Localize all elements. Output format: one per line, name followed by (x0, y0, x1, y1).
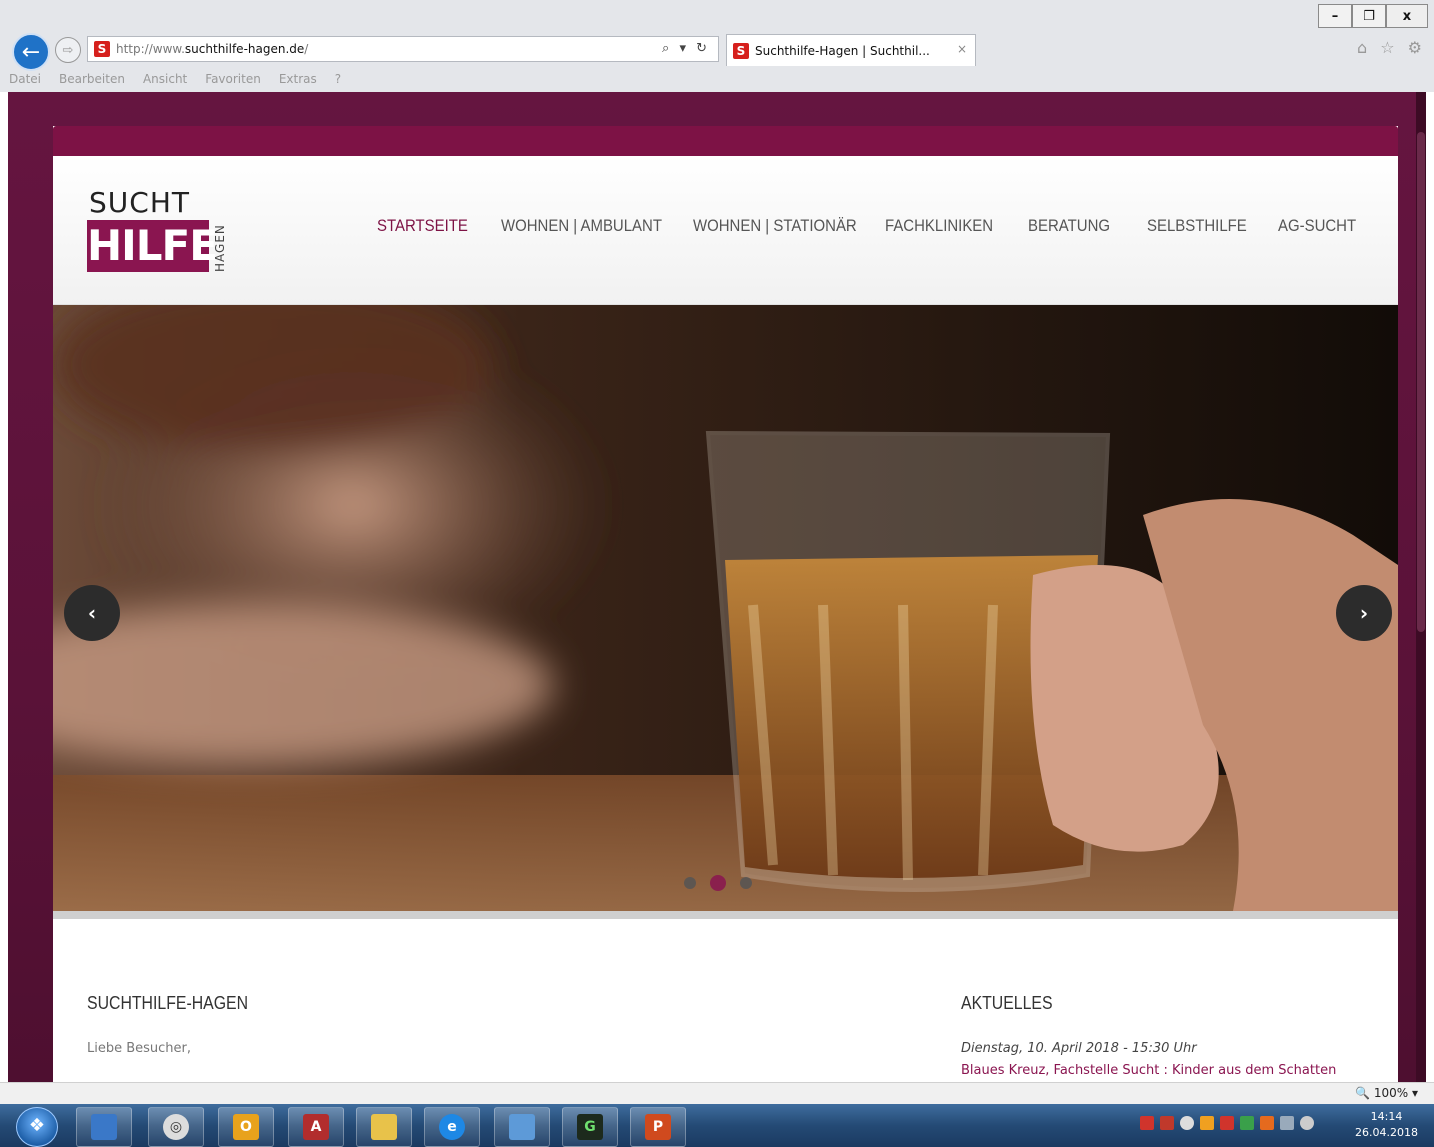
tray-pdf-icon[interactable] (1160, 1116, 1174, 1130)
nav-selbsthilfe[interactable]: SELBSTHILFE (1147, 216, 1247, 236)
terminal-icon: G (577, 1114, 603, 1140)
taskbar-ie-button[interactable]: e (424, 1107, 480, 1147)
system-tray (1140, 1116, 1314, 1130)
news-heading: AKTUELLES (961, 993, 1053, 1013)
clock-time: 14:14 (1370, 1110, 1403, 1123)
nav-ag-sucht[interactable]: AG-SUCHT (1278, 216, 1356, 236)
taskbar-app2-button[interactable]: ◎ (148, 1107, 204, 1147)
tray-flag-icon[interactable] (1220, 1116, 1234, 1130)
top-band (53, 126, 1398, 156)
spiral-icon: ◎ (163, 1114, 189, 1140)
taskbar-outlook-button[interactable]: O (218, 1107, 274, 1147)
slider-dot-2[interactable] (710, 875, 726, 891)
clock-date: 26.04.2018 (1355, 1126, 1418, 1139)
menu-help[interactable]: ? (326, 68, 350, 90)
site-container: SUCHT HILFE HAGEN STARTSEITE WOHNEN | AM… (53, 126, 1398, 1082)
site-header: SUCHT HILFE HAGEN STARTSEITE WOHNEN | AM… (53, 156, 1398, 305)
news-link[interactable]: Blaues Kreuz, Fachstelle Sucht : Kinder … (961, 1063, 1336, 1078)
slider-prev-button[interactable]: ‹ (64, 585, 120, 641)
nav-wohnen-ambulant[interactable]: WOHNEN | AMBULANT (501, 216, 662, 236)
site-favicon-icon: S (94, 41, 110, 57)
tray-shield-icon[interactable] (1140, 1116, 1154, 1130)
tab-close-icon[interactable]: × (957, 42, 967, 56)
page-scrollbar[interactable] (1416, 92, 1426, 1082)
welcome-text: Liebe Besucher, (87, 1041, 192, 1056)
tray-network-icon[interactable] (1240, 1116, 1254, 1130)
slider-next-button[interactable]: › (1336, 585, 1392, 641)
taskbar-explorer-button[interactable] (76, 1107, 132, 1147)
start-button[interactable]: ❖ (16, 1107, 58, 1147)
chevron-left-icon: ‹ (87, 601, 97, 625)
slider-dot-1[interactable] (684, 877, 696, 889)
powerpoint-icon: P (645, 1114, 671, 1140)
search-refresh-icons[interactable]: ⌕ ▾ ↻ (662, 41, 710, 56)
image-slider: ‹ › (53, 305, 1398, 911)
slider-dot-3[interactable] (740, 877, 752, 889)
site-logo[interactable]: SUCHT HILFE HAGEN (87, 186, 237, 276)
welcome-heading: SUCHTHILFE-HAGEN (87, 993, 249, 1013)
chevron-right-icon: › (1359, 601, 1369, 625)
nav-startseite[interactable]: STARTSEITE (377, 216, 468, 236)
window-icon (509, 1114, 535, 1140)
restore-button[interactable]: ❐ (1352, 4, 1386, 28)
folder-icon (371, 1114, 397, 1140)
access-icon: A (303, 1114, 329, 1140)
forward-button[interactable]: ⇨ (55, 37, 81, 63)
tray-display-icon[interactable] (1280, 1116, 1294, 1130)
logo-sucht: SUCHT (89, 186, 190, 219)
zoom-control[interactable]: 🔍 100% ▾ (1355, 1086, 1418, 1100)
logo-hilfe: HILFE (87, 220, 218, 272)
window-controls: – ❐ x (1318, 4, 1428, 28)
slider-bottom-border (53, 911, 1398, 919)
minimize-button[interactable]: – (1318, 4, 1352, 28)
menu-bar: Datei Bearbeiten Ansicht Favoriten Extra… (0, 68, 350, 90)
back-button[interactable]: ← (12, 33, 50, 71)
taskbar: ❖ ◎ O A e G P 14:14 26.04.2018 (0, 1104, 1434, 1147)
slide-image (53, 305, 1398, 911)
browser-tab-active[interactable]: S Suchthilfe-Hagen | Suchthil... × (726, 34, 976, 66)
outlook-icon: O (233, 1114, 259, 1140)
main-content: SUCHTHILFE-HAGEN Liebe Besucher, AKTUELL… (53, 919, 1398, 1082)
windows-logo-icon: ❖ (28, 1115, 46, 1136)
taskbar-powerpoint-button[interactable]: P (630, 1107, 686, 1147)
browser-chrome: – ❐ x ← ⇨ S http://www.suchthilfe-hagen.… (0, 0, 1434, 92)
menu-datei[interactable]: Datei (0, 68, 50, 90)
tray-outlook-icon[interactable] (1200, 1116, 1214, 1130)
system-clock[interactable]: 14:14 26.04.2018 (1355, 1109, 1418, 1141)
menu-extras[interactable]: Extras (270, 68, 326, 90)
menu-favoriten[interactable]: Favoriten (196, 68, 270, 90)
arrow-right-icon: ⇨ (62, 42, 74, 58)
computer-icon (91, 1114, 117, 1140)
internet-explorer-icon: e (439, 1114, 465, 1140)
status-bar: 🔍 100% ▾ (0, 1082, 1434, 1105)
home-favorites-settings-icons[interactable]: ⌂ ☆ ⚙ (1357, 38, 1426, 57)
news-date: Dienstag, 10. April 2018 - 15:30 Uhr (961, 1041, 1197, 1056)
taskbar-folder-button[interactable] (356, 1107, 412, 1147)
tray-volume-icon[interactable] (1300, 1116, 1314, 1130)
tray-spiral-icon[interactable] (1180, 1116, 1194, 1130)
taskbar-access-button[interactable]: A (288, 1107, 344, 1147)
slider-dots (684, 875, 752, 891)
tab-title: Suchthilfe-Hagen | Suchthil... (755, 43, 930, 58)
menu-ansicht[interactable]: Ansicht (134, 68, 196, 90)
taskbar-app8-button[interactable]: G (562, 1107, 618, 1147)
tray-office-icon[interactable] (1260, 1116, 1274, 1130)
nav-beratung[interactable]: BERATUNG (1028, 216, 1110, 236)
nav-wohnen-stationaer[interactable]: WOHNEN | STATIONÄR (693, 216, 857, 236)
tab-favicon-icon: S (733, 42, 749, 59)
logo-hagen: HAGEN (213, 224, 227, 272)
scrollbar-thumb[interactable] (1417, 132, 1425, 632)
close-button[interactable]: x (1386, 4, 1428, 28)
arrow-left-icon: ← (21, 39, 41, 65)
menu-bearbeiten[interactable]: Bearbeiten (50, 68, 134, 90)
url-text[interactable]: http://www.suchthilfe-hagen.de/ (116, 42, 308, 56)
nav-fachkliniken[interactable]: FACHKLINIKEN (885, 216, 993, 236)
taskbar-app7-button[interactable] (494, 1107, 550, 1147)
page-viewport: SUCHT HILFE HAGEN STARTSEITE WOHNEN | AM… (8, 92, 1426, 1082)
address-bar[interactable]: S http://www.suchthilfe-hagen.de/ ⌕ ▾ ↻ (87, 36, 719, 62)
